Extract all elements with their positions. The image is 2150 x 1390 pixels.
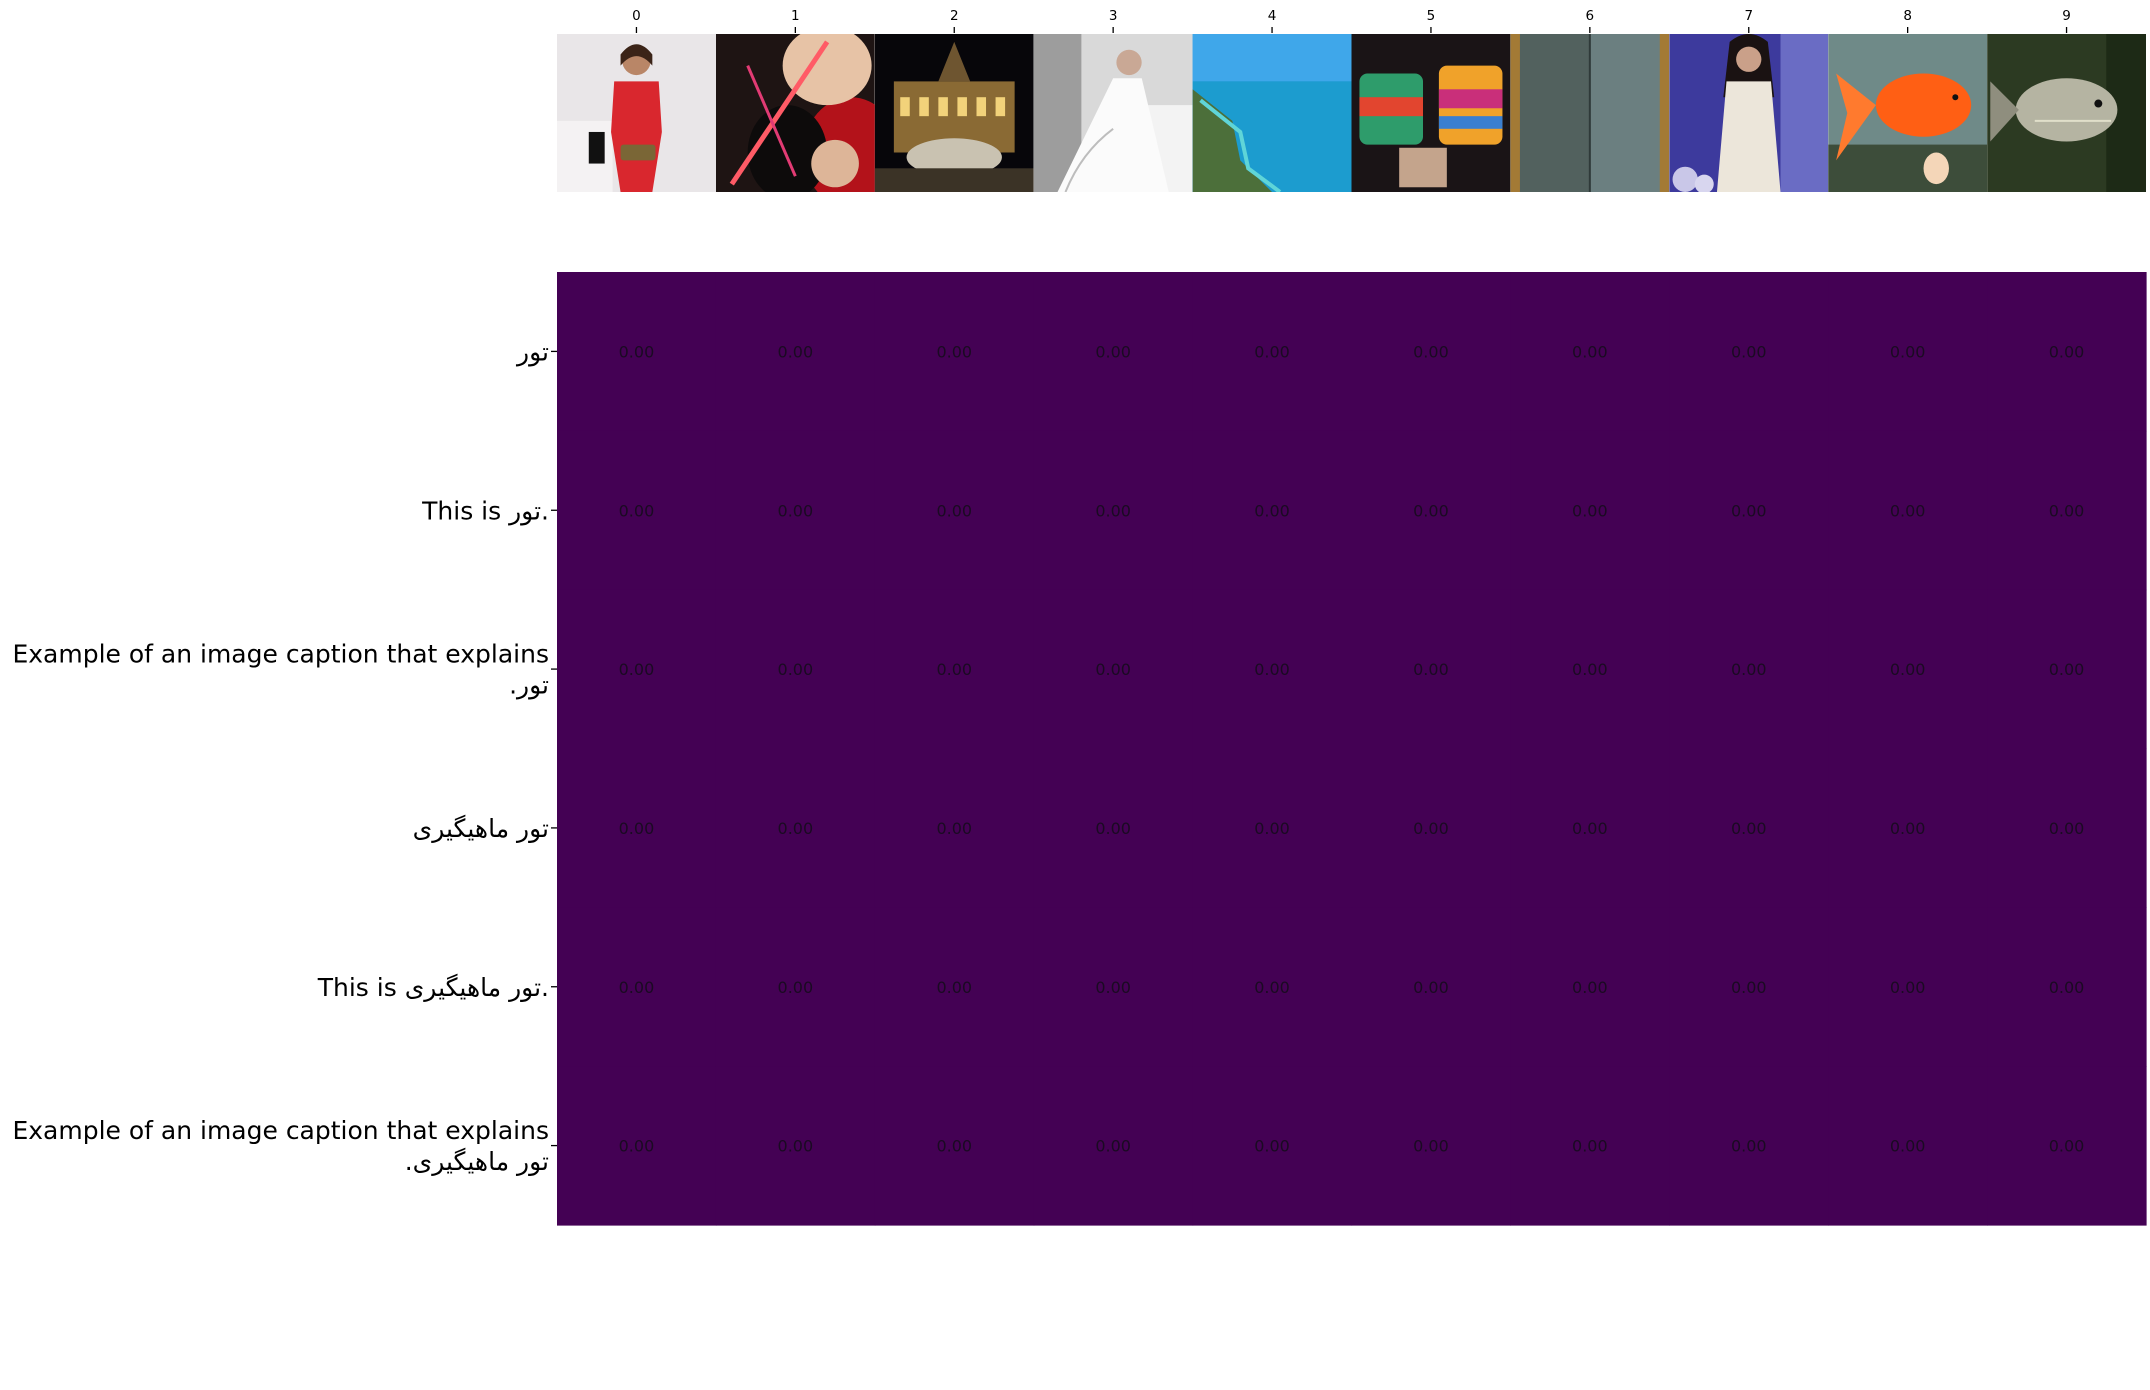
cell-value-label: 0.00: [936, 342, 972, 361]
cell-value-label: 0.00: [1254, 819, 1290, 838]
cell-value-label: 0.00: [619, 501, 655, 520]
cell-value-label: 0.00: [778, 342, 814, 361]
silver-fish-aquarium-photo: [1987, 34, 2146, 192]
cell-value-label: 0.00: [1890, 978, 1926, 997]
y-tick-label: تور.: [509, 671, 549, 700]
cell-value-label: 0.00: [1890, 501, 1926, 520]
cell-value-label: 0.00: [1254, 501, 1290, 520]
cell-value-label: 0.00: [778, 819, 814, 838]
x-tick-label: 2: [950, 8, 959, 24]
cell-value-label: 0.00: [778, 1137, 814, 1156]
cell-value-label: 0.00: [1254, 978, 1290, 997]
cell-value-label: 0.00: [1413, 978, 1449, 997]
cell-value-label: 0.00: [1572, 978, 1608, 997]
cell-value-label: 0.00: [2049, 342, 2085, 361]
cell-value-label: 0.00: [1890, 342, 1926, 361]
cell-value-label: 0.00: [1254, 1137, 1290, 1156]
cell-value-label: 0.00: [1890, 1137, 1926, 1156]
x-tick-label: 6: [1586, 8, 1595, 24]
heatmap-chart: 0 1 2 3 4 5 6 7 8 9 0.00 0.00 0.00 0.00 0.00 0.00 0.00 0…: [12, 8, 2147, 1226]
cell-value-label: 0.00: [778, 660, 814, 679]
cell-value-label: 0.00: [1731, 1137, 1767, 1156]
goldfish-aquarium-photo: [1828, 34, 1988, 192]
cell-value-label: 0.00: [619, 342, 655, 361]
cell-value-label: 0.00: [619, 978, 655, 997]
illuminated-building-fountain-night-photo: [874, 34, 1034, 192]
cell-value-label: 0.00: [1572, 342, 1608, 361]
woman-red-dress-photo: [557, 34, 716, 192]
cell-value-label: 0.00: [1731, 978, 1767, 997]
bride-white-wedding-dress-photo: [1033, 34, 1193, 192]
cell-value-label: 0.00: [1572, 501, 1608, 520]
x-tick-label: 3: [1109, 8, 1118, 24]
cell-value-label: 0.00: [1095, 501, 1131, 520]
x-tick-label: 4: [1268, 8, 1277, 24]
cell-value-label: 0.00: [1095, 1137, 1131, 1156]
x-tick-label: 1: [791, 8, 800, 24]
cell-value-label: 0.00: [1413, 501, 1449, 520]
knitting-hands-red-yarn-photo: [715, 34, 875, 192]
y-tick-label: Example of an image caption that explain…: [12, 1116, 549, 1145]
cell-value-label: 0.00: [1731, 819, 1767, 838]
cell-value-label: 0.00: [1095, 342, 1131, 361]
cell-value-label: 0.00: [1413, 819, 1449, 838]
y-tick-label: تور ماهیگیری: [413, 814, 549, 843]
cell-value-label: 0.00: [1731, 342, 1767, 361]
x-tick-label: 0: [632, 8, 641, 24]
cell-value-label: 0.00: [1890, 819, 1926, 838]
cell-value-label: 0.00: [936, 819, 972, 838]
cell-value-label: 0.00: [778, 501, 814, 520]
cell-value-label: 0.00: [619, 819, 655, 838]
cell-value-label: 0.00: [2049, 1137, 2085, 1156]
cell-value-label: 0.00: [619, 660, 655, 679]
heatmap-cells: [557, 272, 2147, 1226]
cell-value-label: 0.00: [1413, 660, 1449, 679]
x-tick-label: 8: [1903, 8, 1912, 24]
cell-value-label: 0.00: [1095, 978, 1131, 997]
cell-value-label: 0.00: [1572, 1137, 1608, 1156]
cell-value-label: 0.00: [2049, 819, 2085, 838]
cell-value-label: 0.00: [936, 501, 972, 520]
cell-value-label: 0.00: [1254, 342, 1290, 361]
colorful-knitted-fingerless-gloves-photo: [1351, 34, 1511, 192]
cell-value-label: 0.00: [1731, 660, 1767, 679]
cell-value-label: 0.00: [936, 978, 972, 997]
cell-value-label: 0.00: [1572, 819, 1608, 838]
cell-value-label: 0.00: [2049, 660, 2085, 679]
cell-value-label: 0.00: [1572, 660, 1608, 679]
turquoise-sea-coastline-photo: [1192, 34, 1352, 192]
green-mesh-screen-panel-photo: [1510, 34, 1670, 192]
cell-value-label: 0.00: [1413, 342, 1449, 361]
image-strip: [557, 34, 2146, 192]
woman-white-lace-outfit-photo: [1669, 34, 1829, 192]
cell-value-label: 0.00: [2049, 501, 2085, 520]
x-axis-ticks: 0 1 2 3 4 5 6 7 8 9: [632, 8, 2071, 33]
x-tick-label: 5: [1427, 8, 1436, 24]
cell-value-label: 0.00: [1890, 660, 1926, 679]
y-axis-ticks: تور This is تور. Example of an image capti…: [12, 337, 557, 1176]
y-tick-label: This is تور.: [421, 496, 549, 525]
cell-value-label: 0.00: [1731, 501, 1767, 520]
y-tick-label: تور ماهیگیری.: [405, 1147, 549, 1176]
cell-value-label: 0.00: [1254, 660, 1290, 679]
y-tick-label: Example of an image caption that explain…: [12, 640, 549, 669]
cell-value-label: 0.00: [619, 1137, 655, 1156]
cell-value-label: 0.00: [936, 660, 972, 679]
cell-value-label: 0.00: [1413, 1137, 1449, 1156]
cell-value-label: 0.00: [1095, 660, 1131, 679]
y-tick-label: تور: [515, 337, 549, 366]
x-tick-label: 7: [1744, 8, 1753, 24]
cell-value-label: 0.00: [2049, 978, 2085, 997]
y-tick-label: This is تور ماهیگیری.: [317, 973, 549, 1002]
x-tick-label: 9: [2062, 8, 2071, 24]
cell-value-label: 0.00: [778, 978, 814, 997]
cell-value-label: 0.00: [1095, 819, 1131, 838]
cell-value-label: 0.00: [936, 1137, 972, 1156]
